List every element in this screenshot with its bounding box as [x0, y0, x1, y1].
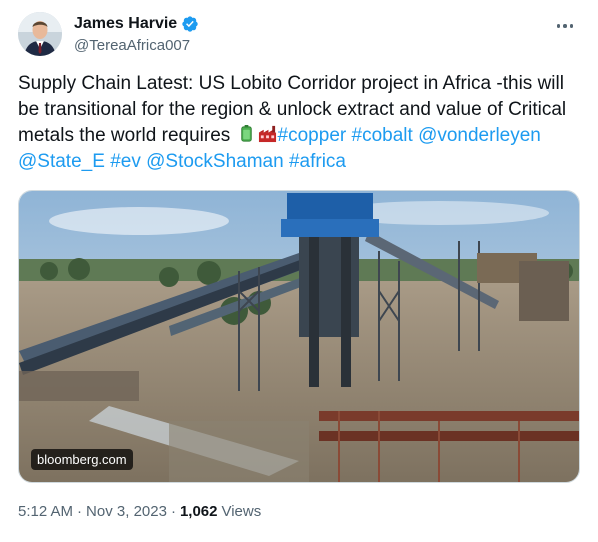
display-name[interactable]: James Harvie: [74, 15, 177, 33]
tweet-card: James Harvie @TereaAfrica007 Supply Chai…: [0, 0, 598, 542]
author-names: James Harvie @TereaAfrica007: [74, 14, 199, 54]
factory-emoji-icon: [258, 124, 277, 143]
mention-stockshaman-link[interactable]: @StockShaman: [146, 151, 284, 172]
industrial-plant-photo: [19, 191, 579, 482]
views-label: Views: [221, 503, 262, 520]
hashtag-cobalt-link[interactable]: #cobalt: [352, 125, 413, 146]
tweet-meta: 5:12 AM · Nov 3, 2023 · 1,062 Views: [18, 503, 261, 520]
tweet-header: James Harvie @TereaAfrica007: [18, 12, 580, 58]
author-handle[interactable]: @TereaAfrica007: [74, 37, 199, 54]
more-options-icon[interactable]: [550, 14, 580, 38]
tweet-text: Supply Chain Latest: US Lobito Corridor …: [18, 71, 578, 175]
tweet-media-image[interactable]: bloomberg.com: [18, 190, 580, 483]
media-source-badge[interactable]: bloomberg.com: [31, 449, 133, 470]
tweet-time[interactable]: 5:12 AM: [18, 503, 73, 520]
battery-emoji-icon: [237, 124, 256, 143]
mention-vonderleyen-link[interactable]: @vonderleyen: [418, 125, 541, 146]
views-count: 1,062: [179, 503, 218, 520]
hashtag-africa-link[interactable]: #africa: [289, 151, 346, 172]
tweet-date[interactable]: Nov 3, 2023: [86, 503, 167, 520]
meta-separator: ·: [77, 503, 83, 520]
hashtag-ev-link[interactable]: #ev: [110, 151, 141, 172]
meta-separator: ·: [170, 503, 176, 520]
mention-state-e-link[interactable]: @State_E: [18, 151, 105, 172]
avatar[interactable]: [18, 12, 62, 56]
verified-badge-icon[interactable]: [181, 15, 199, 33]
hashtag-copper-link[interactable]: #copper: [278, 125, 347, 146]
display-name-row: James Harvie: [74, 14, 199, 34]
